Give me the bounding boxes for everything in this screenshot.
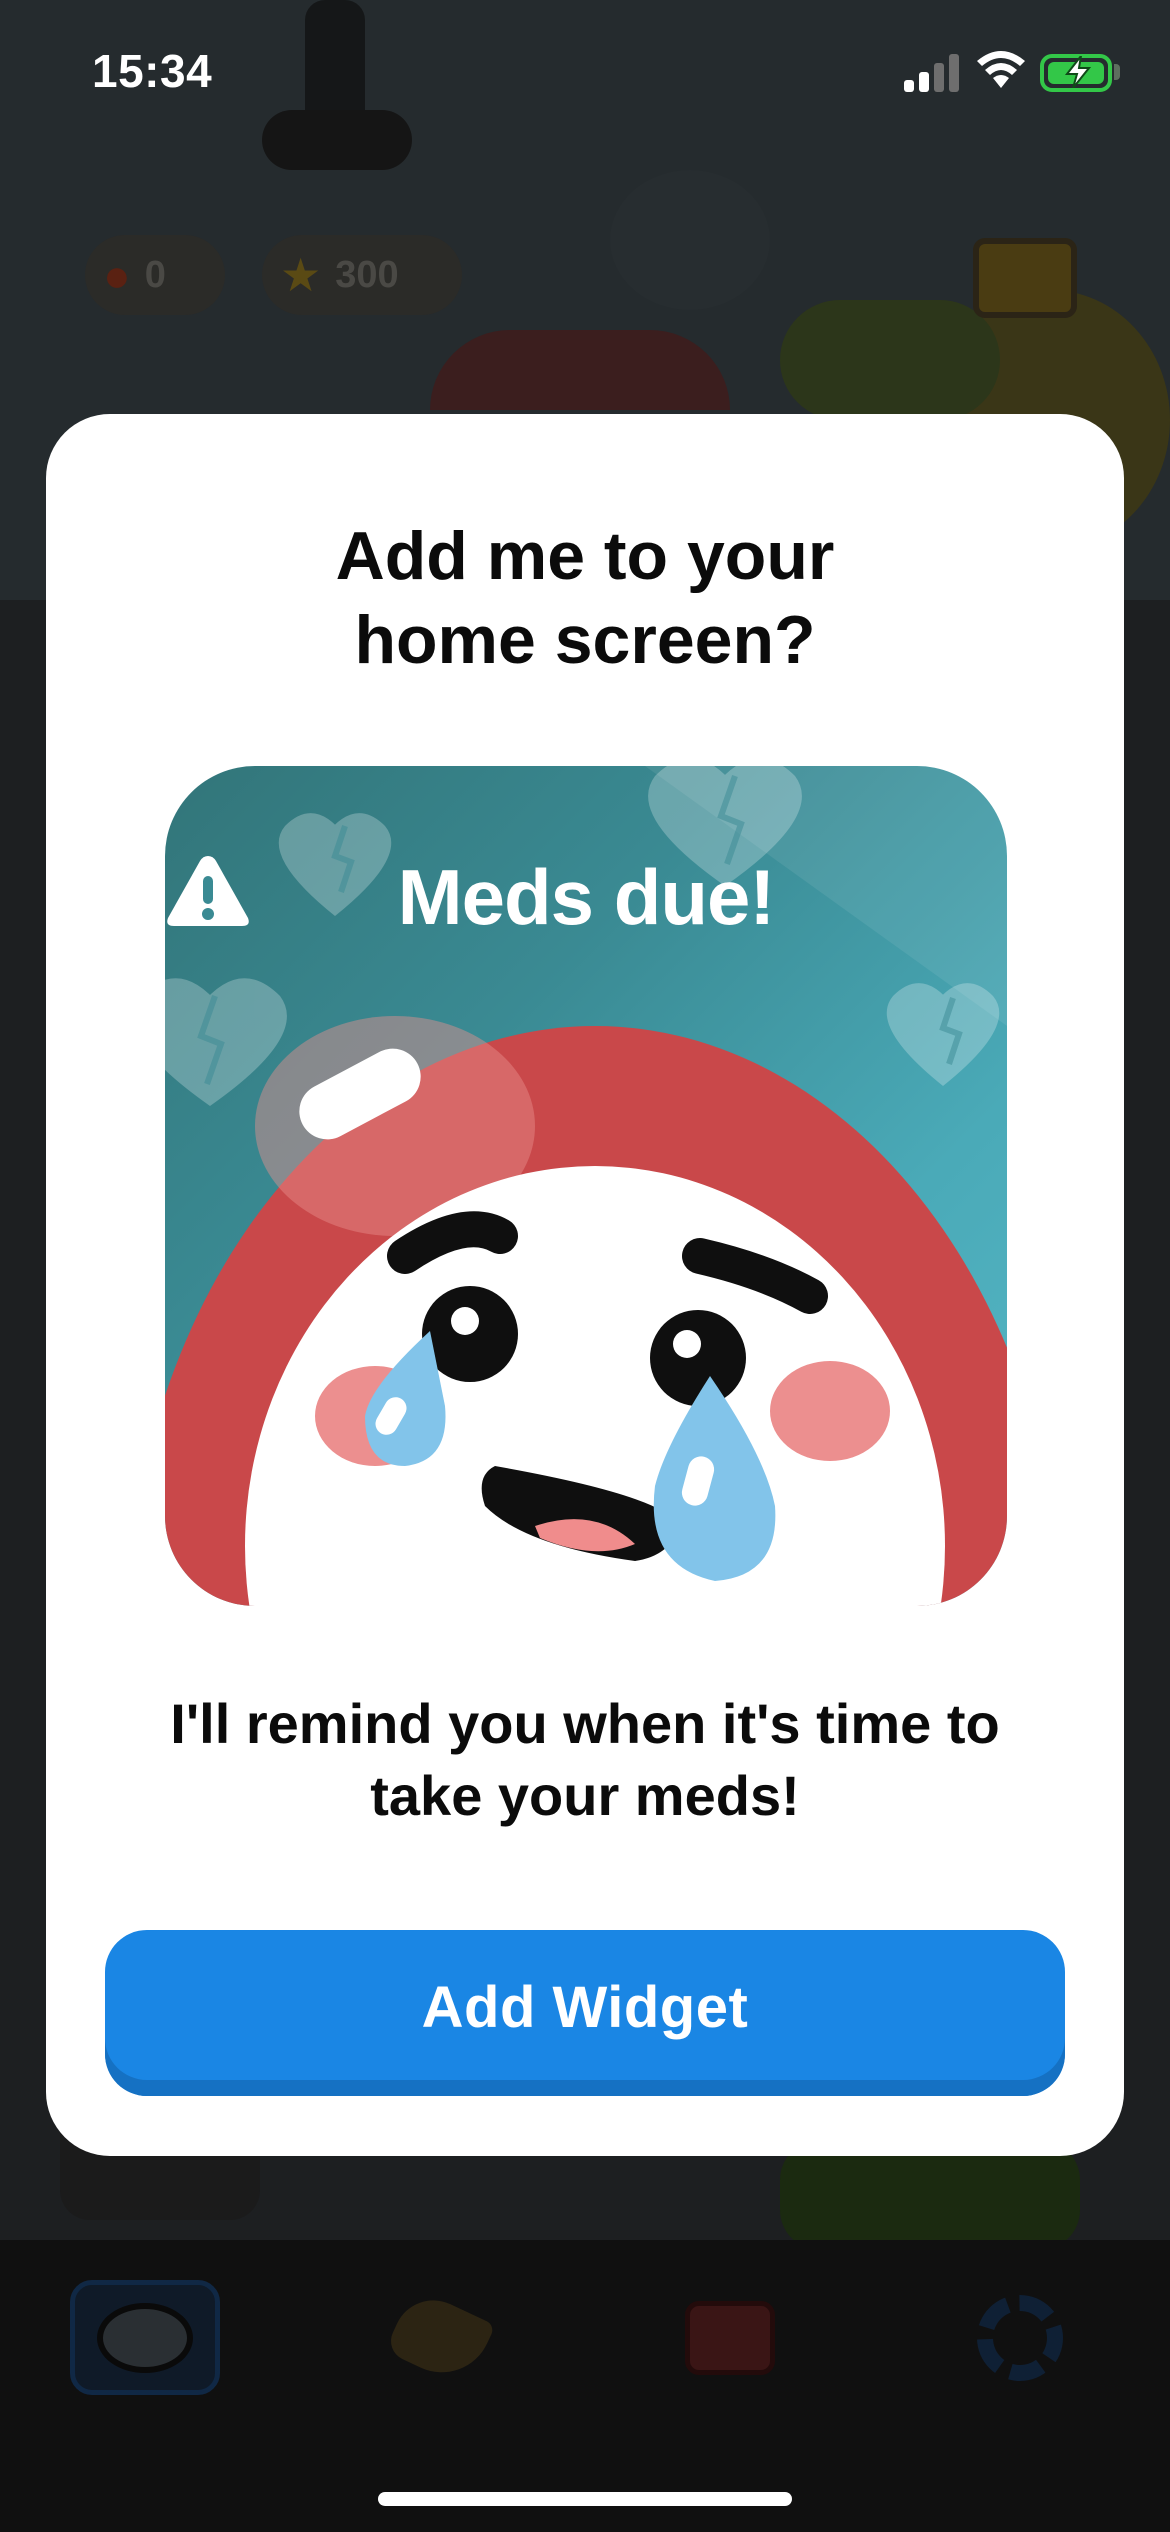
home-indicator[interactable] (378, 2492, 792, 2506)
widget-label: Meds due! (165, 852, 1007, 943)
status-time: 15:34 (92, 45, 213, 97)
widget-preview: Meds due! (165, 766, 1007, 1606)
modal-title: Add me to your home screen? (46, 514, 1124, 682)
modal-title-line1: Add me to your (335, 518, 835, 594)
modal-title-line2: home screen? (354, 602, 816, 678)
modal-body-line1: I'll remind you when it's time to (170, 1692, 1000, 1755)
widget-label-text: Meds due! (397, 853, 776, 941)
modal-body-line2: take your meds! (370, 1764, 800, 1827)
add-widget-modal: Add me to your home screen? Meds due! I'… (46, 414, 1124, 2156)
cellular-signal-icon (904, 52, 960, 92)
add-widget-button[interactable]: Add Widget (105, 1930, 1065, 2096)
modal-body-text: I'll remind you when it's time to take y… (46, 1688, 1124, 1832)
warning-triangle-icon (167, 856, 249, 926)
battery-cap (1114, 64, 1120, 80)
wifi-icon (977, 51, 1025, 88)
charging-bolt-icon (1064, 56, 1092, 88)
